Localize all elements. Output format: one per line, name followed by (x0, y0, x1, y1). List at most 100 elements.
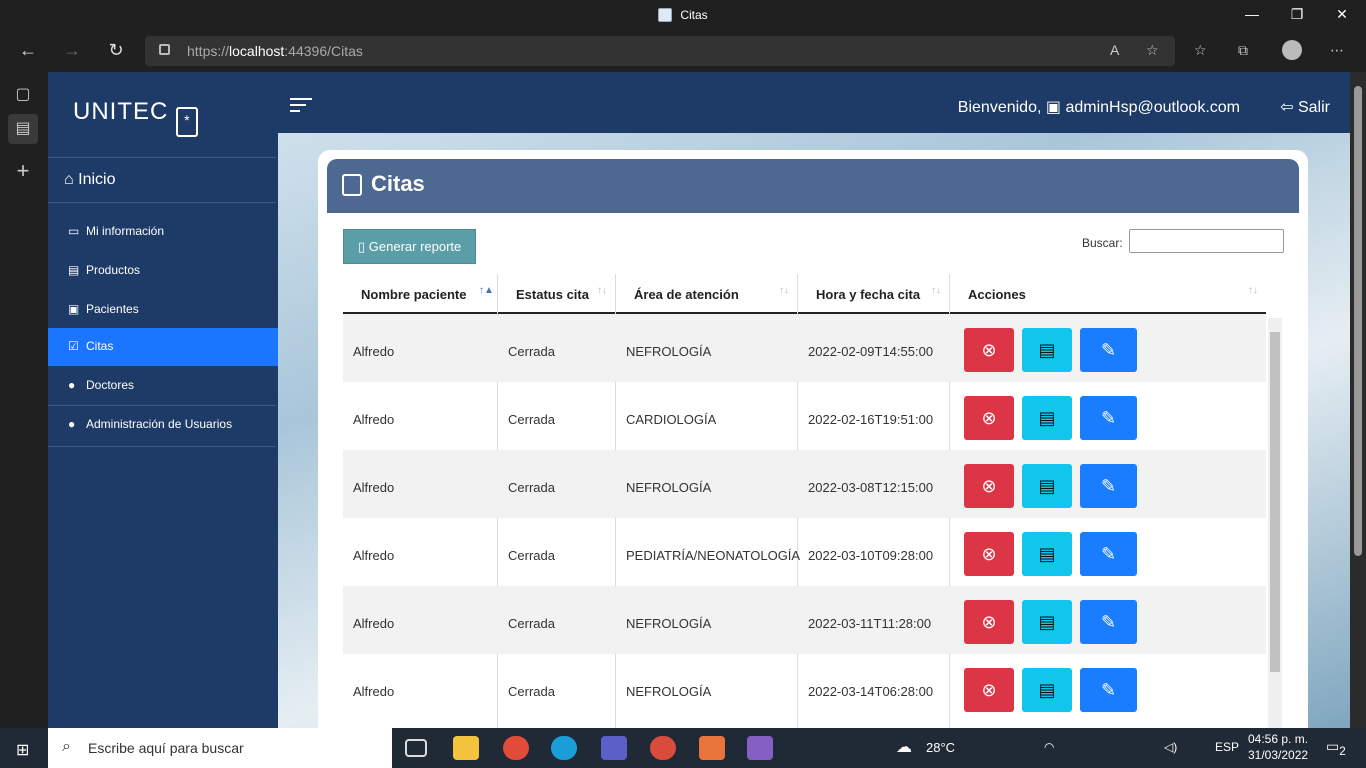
edge-icon[interactable] (551, 736, 577, 760)
sidebar-item-administracion-usuarios[interactable]: ● Administración de Usuarios (48, 406, 278, 444)
view-document-button[interactable]: ▤ (1022, 532, 1072, 576)
teams-icon[interactable] (601, 736, 627, 760)
sort-icon[interactable]: ↑↓ (597, 285, 607, 296)
url-prefix: https:// (187, 43, 230, 59)
file-explorer-icon[interactable] (453, 736, 479, 760)
close-window-icon[interactable]: ✕ (1332, 6, 1352, 23)
sidebar-item-mi-informacion[interactable]: ▭ Mi información (48, 213, 278, 251)
cancel-appointment-button[interactable]: ⊗ (964, 328, 1014, 372)
view-document-button[interactable]: ▤ (1022, 600, 1072, 644)
favorites-icon[interactable]: ☆ (1194, 42, 1207, 59)
windows-start-icon[interactable]: ⊞ (16, 740, 29, 760)
sidebar-item-doctores[interactable]: ● Doctores (48, 367, 278, 405)
minimize-icon[interactable]: — (1242, 6, 1262, 22)
forward-icon[interactable]: → (60, 40, 84, 61)
cell-estatus: Cerrada (508, 684, 555, 699)
divider (48, 202, 276, 203)
search-input[interactable] (1129, 229, 1284, 253)
cell-area: NEFROLOGÍA (626, 344, 712, 359)
table-scrollbar[interactable] (1268, 318, 1282, 728)
table-header: Nombre paciente ↑▲ Estatus cita ↑↓ Área … (343, 274, 1266, 314)
cancel-appointment-button[interactable]: ⊗ (964, 396, 1014, 440)
tab-actions-icon[interactable]: ▢ (8, 80, 38, 110)
sidebar-item-label: Administración de Usuarios (86, 417, 233, 431)
table-row: Alfredo Cerrada PEDIATRÍA/NEONATOLOGÍA 2… (343, 518, 1266, 586)
column-header-hora-fecha[interactable]: Hora y fecha cita (816, 287, 920, 302)
chrome-profile-icon[interactable] (650, 736, 676, 760)
wifi-icon[interactable]: ◠ (1044, 740, 1054, 754)
cancel-appointment-button[interactable]: ⊗ (964, 464, 1014, 508)
home-icon: ⌂ (64, 171, 74, 188)
sort-asc-icon[interactable]: ↑▲ (479, 285, 494, 296)
tab-citas-icon[interactable]: ▤ (8, 114, 38, 144)
weather-icon: ☁ (896, 739, 912, 756)
add-favorite-icon[interactable]: ☆ (1146, 42, 1159, 59)
restore-icon[interactable]: ❐ (1287, 6, 1307, 23)
table-row: Alfredo Cerrada NEFROLOGÍA 2022-03-11T11… (343, 586, 1266, 654)
sidebar-item-label: Doctores (86, 378, 135, 392)
column-header-area-atencion[interactable]: Área de atención (634, 287, 739, 302)
read-aloud-icon[interactable]: A (1110, 42, 1119, 58)
page-scrollbar[interactable] (1350, 72, 1366, 728)
task-view-icon[interactable] (405, 739, 427, 757)
edit-appointment-button[interactable]: ✎ (1080, 328, 1137, 372)
edit-appointment-button[interactable]: ✎ (1080, 464, 1137, 508)
sort-icon[interactable]: ↑↓ (779, 285, 789, 296)
browser-navbar: ← → ↻ https://localhost:44396/Citas A ☆ … (0, 32, 1366, 72)
volume-icon[interactable]: ◁) (1164, 740, 1177, 754)
sidebar-item-label: Productos (86, 263, 141, 277)
cell-area: NEFROLOGÍA (626, 684, 712, 699)
sidebar-item-citas[interactable]: ☑ Citas (48, 328, 278, 366)
taskbar-search[interactable]: ⌕ Escribe aquí para buscar (48, 728, 392, 768)
column-header-nombre-paciente[interactable]: Nombre paciente (361, 287, 466, 302)
sidebar-item-pacientes[interactable]: ▣ Pacientes (48, 291, 278, 329)
profile-avatar[interactable] (1282, 40, 1302, 60)
clock-time: 04:56 p. m. (1248, 732, 1309, 746)
language-indicator[interactable]: ESP (1215, 740, 1239, 754)
git-icon[interactable] (699, 736, 725, 760)
cell-nombre: Alfredo (353, 684, 395, 699)
cancel-appointment-button[interactable]: ⊗ (964, 532, 1014, 576)
generate-report-button[interactable]: ▯ Generar reporte (343, 229, 476, 264)
table-row: Alfredo Cerrada NEFROLOGÍA 2022-03-08T12… (343, 450, 1266, 518)
sidebar-item-inicio[interactable]: ⌂ Inicio (64, 171, 115, 189)
cancel-appointment-button[interactable]: ⊗ (964, 668, 1014, 712)
refresh-icon[interactable]: ↻ (104, 40, 128, 61)
back-icon[interactable]: ← (16, 40, 40, 61)
view-document-button[interactable]: ▤ (1022, 396, 1072, 440)
page-scrollbar-thumb[interactable] (1354, 86, 1362, 556)
column-header-estatus-cita[interactable]: Estatus cita (516, 287, 589, 302)
edit-appointment-button[interactable]: ✎ (1080, 668, 1137, 712)
page-title: Citas (371, 171, 425, 196)
clock[interactable]: 04:56 p. m. 31/03/2022 (1248, 731, 1308, 763)
user-badge-icon: ▣ (1045, 99, 1061, 116)
divider (48, 157, 276, 158)
chrome-icon[interactable] (503, 736, 529, 760)
edit-appointment-button[interactable]: ✎ (1080, 600, 1137, 644)
cancel-appointment-button[interactable]: ⊗ (964, 600, 1014, 644)
sort-icon[interactable]: ↑↓ (1248, 285, 1258, 296)
collections-icon[interactable]: ⧉ (1238, 42, 1248, 59)
view-document-button[interactable]: ▤ (1022, 328, 1072, 372)
notifications-icon[interactable]: ▭2 (1326, 738, 1346, 758)
view-document-button[interactable]: ▤ (1022, 464, 1072, 508)
edit-appointment-button[interactable]: ✎ (1080, 532, 1137, 576)
users-cog-icon: ● (68, 417, 76, 431)
id-card-icon: ▭ (68, 224, 80, 238)
sidebar-item-productos[interactable]: ▤ Productos (48, 252, 278, 290)
address-bar[interactable]: https://localhost:44396/Citas (145, 36, 1175, 66)
edit-appointment-button[interactable]: ✎ (1080, 396, 1137, 440)
new-tab-icon[interactable]: + (8, 156, 38, 186)
window-title-text: Citas (680, 8, 708, 22)
logout-button[interactable]: ⇦ Salir (1280, 97, 1330, 117)
table-scrollbar-thumb[interactable] (1270, 332, 1280, 672)
visual-studio-icon[interactable] (747, 736, 773, 760)
more-icon[interactable]: ⋯ (1330, 42, 1344, 59)
cell-fecha: 2022-02-09T14:55:00 (808, 344, 934, 359)
cell-nombre: Alfredo (353, 412, 395, 427)
sort-icon[interactable]: ↑↓ (931, 285, 941, 296)
search-label: Buscar: (1082, 236, 1123, 250)
view-document-button[interactable]: ▤ (1022, 668, 1072, 712)
menu-toggle-icon[interactable] (290, 98, 312, 116)
cell-fecha: 2022-03-14T06:28:00 (808, 684, 934, 699)
